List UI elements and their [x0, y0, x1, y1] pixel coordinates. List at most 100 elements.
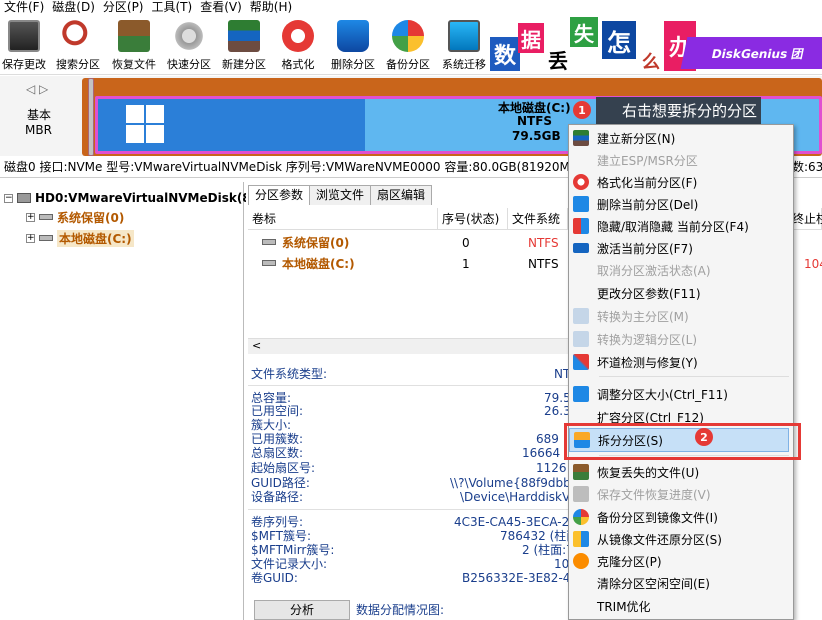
detail-value: 10: [554, 557, 570, 571]
toolbar-new-partition-button[interactable]: 新建分区: [218, 17, 270, 75]
menu-item-label: 恢复丢失的文件(U): [597, 465, 700, 480]
delete-icon: [573, 196, 589, 212]
menu-item-save-progress[interactable]: 保存文件恢复进度(V): [569, 483, 793, 505]
menu-view[interactable]: 查看(V): [196, 0, 246, 17]
menu-item-label: 坏道检测与修复(Y): [597, 355, 698, 370]
menu-item-label: 删除当前分区(Del): [597, 197, 699, 212]
detail-value: 2 (柱面:7: [522, 543, 574, 557]
menu-file[interactable]: 文件(F): [0, 0, 48, 17]
toolbar-quick-partition-button[interactable]: 快速分区: [164, 17, 214, 75]
disk-scheme: MBR: [25, 123, 52, 137]
partition-icon: [262, 260, 276, 266]
promo-banner[interactable]: 数 据 丢 失 怎 么 办 DiskGenius 团: [488, 17, 822, 74]
menu-item-label: 清除分区空闲空间(E): [597, 576, 710, 591]
menu-item-restore-image[interactable]: 从镜像文件还原分区(S): [569, 528, 793, 550]
horizontal-scrollbar[interactable]: <: [248, 338, 568, 354]
disk-tree: − HD0:VMwareVirtualNVMeDisk(8 + 系统保留(0) …: [0, 182, 251, 620]
menu-partition[interactable]: 分区(P): [99, 0, 148, 17]
toolbar-backup-button[interactable]: 备份分区: [382, 17, 434, 75]
tools-icon: [573, 354, 589, 370]
menu-item-hide[interactable]: 隐藏/取消隐藏 当前分区(F4): [569, 215, 793, 237]
menu-item-label: 从镜像文件还原分区(S): [597, 532, 722, 547]
blank-icon: [573, 598, 589, 614]
banner-char: 失: [570, 17, 598, 47]
save-icon: [8, 20, 40, 52]
menu-separator: [599, 376, 789, 377]
hide-icon: [573, 218, 589, 234]
menu-item-bad-sector[interactable]: 坏道检测与修复(Y): [569, 351, 793, 373]
tree-item-label: 本地磁盘(C:): [57, 229, 134, 247]
highlight-box: [564, 423, 801, 460]
tab-browse-files[interactable]: 浏览文件: [309, 185, 372, 205]
row-fs: NTFS: [528, 257, 559, 271]
format-icon: [573, 174, 589, 190]
menu-item-delete[interactable]: 删除当前分区(Del): [569, 193, 793, 215]
new-partition-icon: [228, 20, 260, 52]
menu-bar: 文件(F) 磁盘(D) 分区(P) 工具(T) 查看(V) 帮助(H): [0, 0, 822, 17]
partition-size: 79.5GB: [512, 129, 561, 143]
menu-item-deactivate[interactable]: 取消分区激活状态(A): [569, 259, 793, 281]
menu-item-backup-image[interactable]: 备份分区到镜像文件(I): [569, 506, 793, 528]
menu-item-label: 备份分区到镜像文件(I): [597, 510, 718, 525]
banner-char: 怎: [602, 21, 636, 59]
menu-item-trim[interactable]: TRIM优化: [569, 595, 793, 617]
detail-label: GUID路径:: [251, 476, 310, 490]
menu-item-label: 转换为主分区(M): [597, 309, 689, 324]
partition-details: 文件系统类型: NT 总容量: 79.5 已用空间: 26.3 簇大小: 已用簇…: [248, 362, 578, 620]
menu-item-convert-primary[interactable]: 转换为主分区(M): [569, 305, 793, 327]
analyze-button[interactable]: 分析: [254, 600, 350, 620]
menu-item-wipe-free[interactable]: 清除分区空闲空间(E): [569, 572, 793, 594]
detail-label: 文件系统类型:: [251, 367, 328, 381]
menu-disk[interactable]: 磁盘(D): [48, 0, 99, 17]
menu-item-label: 转换为逻辑分区(L): [597, 332, 698, 347]
tree-item-system-reserved[interactable]: + 系统保留(0): [26, 207, 124, 227]
menu-item-clone[interactable]: 克隆分区(P): [569, 550, 793, 572]
tree-item-label: 系统保留(0): [57, 210, 125, 225]
menu-item-convert-logical[interactable]: 转换为逻辑分区(L): [569, 328, 793, 350]
toolbar-format-button[interactable]: 格式化: [276, 17, 320, 75]
tab-bar: 分区参数 浏览文件 扇区编辑: [248, 185, 433, 205]
tree-root[interactable]: − HD0:VMwareVirtualNVMeDisk(8: [4, 188, 251, 208]
partition-system-reserved[interactable]: [88, 78, 94, 156]
row-fs: NTFS: [528, 236, 559, 250]
toolbar-migrate-button[interactable]: 系统迁移: [438, 17, 490, 75]
disk-icon: [17, 193, 31, 203]
detail-label: $MFT簇号:: [251, 529, 312, 543]
tree-item-local-disk-c[interactable]: + 本地磁盘(C:): [26, 228, 134, 248]
menu-item-format[interactable]: 格式化当前分区(F): [569, 171, 793, 193]
menu-item-label: 克隆分区(P): [597, 554, 662, 569]
column-header-index: 序号(状态): [438, 208, 508, 230]
expand-icon[interactable]: +: [26, 233, 35, 243]
tab-partition-params[interactable]: 分区参数: [248, 185, 311, 205]
collapse-icon[interactable]: −: [4, 193, 13, 203]
detail-value: 689: [536, 432, 559, 446]
toolbar-search-button[interactable]: 搜索分区: [54, 17, 102, 75]
menu-item-change-params[interactable]: 更改分区参数(F11): [569, 282, 793, 304]
alloc-label: 数据分配情况图:: [356, 603, 445, 617]
menu-item-new-partition[interactable]: 建立新分区(N): [569, 127, 793, 149]
tab-sector-edit[interactable]: 扇区编辑: [370, 185, 433, 205]
nav-arrows[interactable]: ◁ ▷: [26, 82, 48, 96]
menu-item-resize[interactable]: 调整分区大小(Ctrl_F11): [569, 383, 793, 405]
scroll-left-icon[interactable]: <: [252, 339, 261, 352]
blank-icon: [573, 285, 589, 301]
delete-partition-icon: [337, 20, 369, 52]
toolbar-delete-button[interactable]: 删除分区: [328, 17, 378, 75]
detail-label: 卷GUID:: [251, 571, 298, 585]
detail-value: 4C3E-CA45-3ECA-28: [454, 515, 577, 529]
menu-item-create-esp[interactable]: 建立ESP/MSR分区: [569, 149, 793, 171]
menu-help[interactable]: 帮助(H): [246, 0, 296, 17]
convert-logical-icon: [573, 331, 589, 347]
detail-value: B256332E-3E82-4F: [462, 571, 578, 585]
detail-label: 已用簇数:: [251, 432, 304, 446]
column-header-fs: 文件系统: [508, 208, 568, 230]
menu-item-recover-files[interactable]: 恢复丢失的文件(U): [569, 461, 793, 483]
detail-label: 卷序列号:: [251, 515, 304, 529]
menu-item-activate[interactable]: 激活当前分区(F7): [569, 237, 793, 259]
banner-char: 据: [518, 23, 544, 53]
toolbar-recover-button[interactable]: 恢复文件: [108, 17, 160, 75]
toolbar-save-button[interactable]: 保存更改: [0, 17, 48, 75]
expand-icon[interactable]: +: [26, 212, 35, 222]
menu-tools[interactable]: 工具(T): [148, 0, 197, 17]
menu-item-label: 更改分区参数(F11): [597, 286, 701, 301]
